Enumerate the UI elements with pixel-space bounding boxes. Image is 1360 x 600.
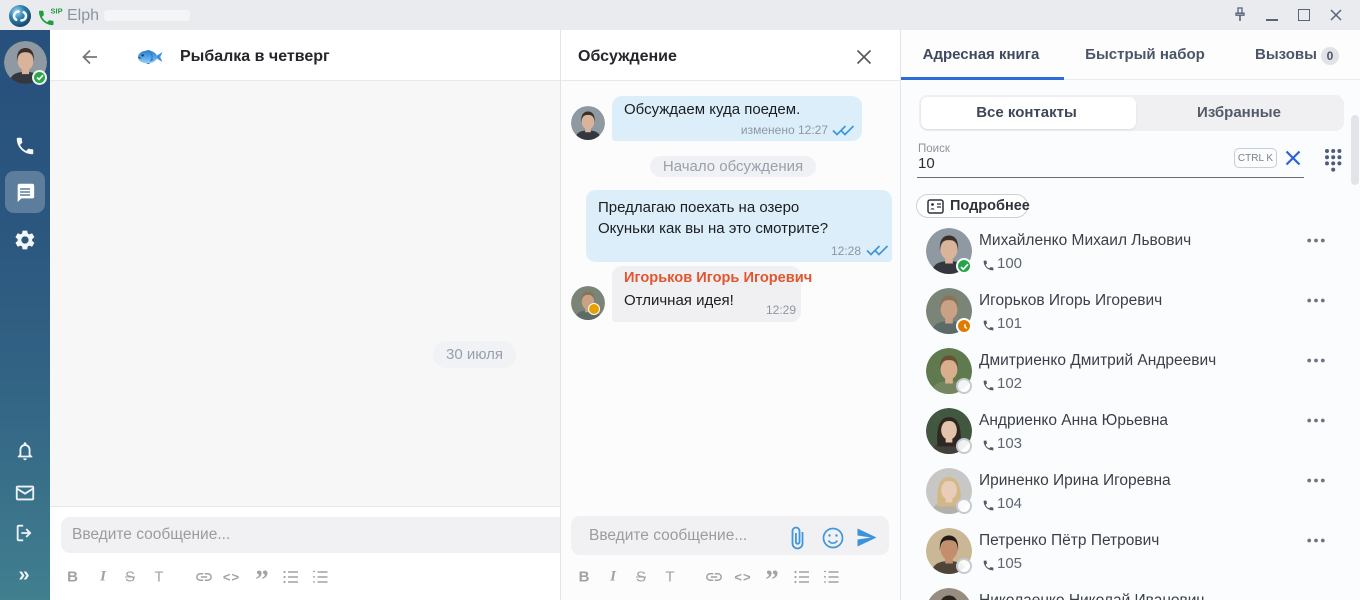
svg-text:SIP: SIP: [51, 7, 63, 16]
